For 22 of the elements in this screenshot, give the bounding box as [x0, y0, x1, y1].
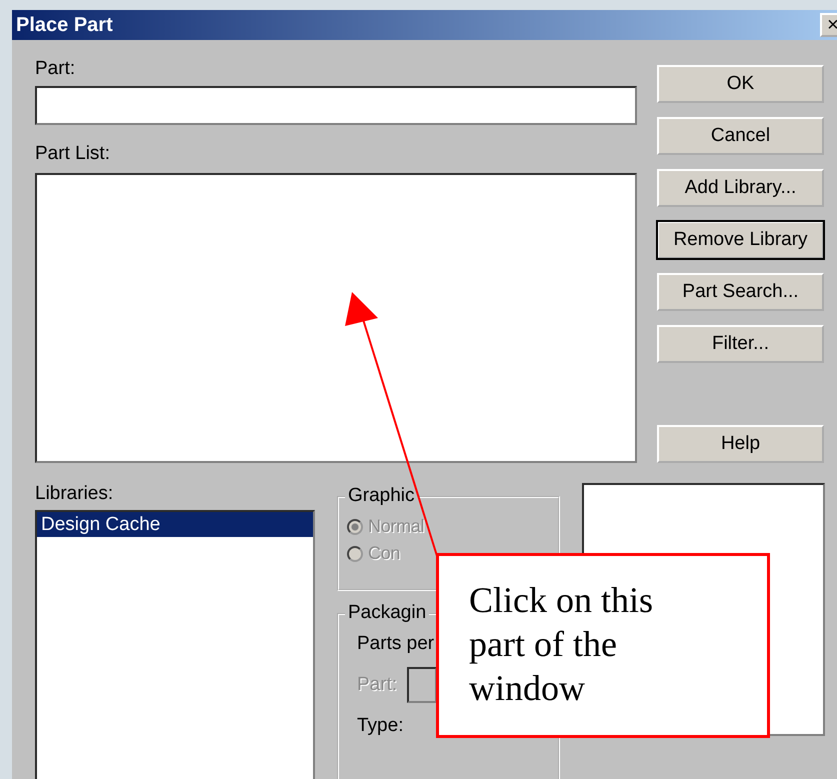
part-label: Part: [35, 58, 76, 80]
dialog-button[interactable]: Cancel [657, 117, 824, 155]
group-title: Graphic [345, 485, 418, 507]
dialog-button[interactable]: Filter... [657, 325, 824, 363]
part-list[interactable] [35, 173, 637, 463]
callout-text: Click on this part of the window [469, 579, 654, 710]
libraries-list[interactable]: Design Cache [35, 510, 315, 779]
type-label: Type: [357, 715, 404, 737]
group-title: Packagin [345, 602, 430, 624]
window-title: Place Part [15, 14, 113, 36]
libraries-label: Libraries: [35, 483, 114, 505]
dialog-button[interactable]: Add Library... [657, 169, 824, 207]
dialog-button[interactable]: OK [657, 65, 824, 103]
library-item[interactable]: Design Cache [37, 512, 313, 537]
dialog-button[interactable]: Remove Library [657, 221, 824, 259]
part-field[interactable] [407, 667, 438, 703]
dialog-button[interactable]: Help [657, 425, 824, 463]
part-list-label: Part List: [35, 143, 111, 165]
parts-per-label: Parts per [357, 633, 434, 655]
part-field[interactable] [35, 86, 637, 125]
dialog-button[interactable]: Part Search... [657, 273, 824, 311]
part-label: Part: [357, 674, 398, 696]
